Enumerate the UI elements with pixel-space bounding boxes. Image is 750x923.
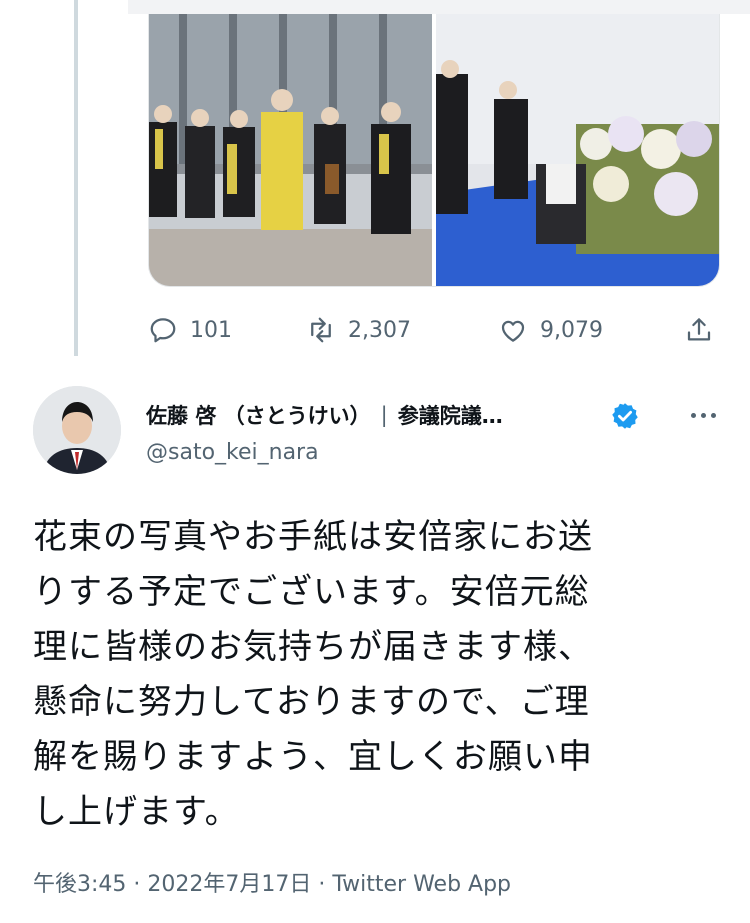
- like-icon: [501, 320, 525, 342]
- monks-photo-illustration: [149, 14, 432, 286]
- thread-connector-line: [74, 0, 78, 356]
- media-photo-monks[interactable]: [149, 14, 432, 286]
- previous-tweet-edge: [128, 0, 750, 14]
- more-dot: [690, 412, 696, 418]
- tweet-text-line: 解を賜りますよう、宜しくお願い申: [33, 737, 593, 777]
- reply-button[interactable]: 101: [148, 308, 232, 352]
- tweet-timestamp[interactable]: 午後3:45 · 2022年7月17日 · Twitter Web App: [33, 866, 511, 898]
- more-options-icon[interactable]: [683, 400, 723, 430]
- avatar-portrait-illustration: [33, 386, 121, 474]
- tweet-text-line: し上げます。: [33, 792, 240, 832]
- flowers-photo-illustration: [436, 14, 719, 286]
- author-avatar[interactable]: [33, 386, 121, 474]
- retweet-button[interactable]: 2,307: [306, 308, 411, 352]
- author-handle[interactable]: @sato_kei_nara: [146, 440, 319, 465]
- author-name-row[interactable]: 佐藤 啓 （さとうけい） | 参議院議…: [146, 398, 503, 432]
- verified-badge-icon: [612, 403, 638, 429]
- tweet-text: 花束の写真やお手紙は安倍家にお送 りする予定でございます。安倍元総 理に皆様のお…: [33, 510, 713, 840]
- tweet-text-line: 懸命に努力しておりますので、ご理: [33, 682, 590, 722]
- author-title: 参議院議…: [397, 404, 503, 428]
- share-button[interactable]: [684, 308, 714, 352]
- tweet-text-line: 理に皆様のお気持ちが届きます様、: [33, 627, 593, 667]
- tweet-text-line: 花束の写真やお手紙は安倍家にお送: [33, 517, 593, 557]
- reply-icon: [150, 318, 176, 343]
- share-icon: [687, 318, 711, 341]
- author-name: 佐藤 啓 （さとうけい）: [146, 404, 371, 428]
- media-photo-flowers[interactable]: [436, 14, 719, 286]
- like-button[interactable]: 9,079: [498, 308, 603, 352]
- retweet-icon: [311, 317, 331, 343]
- name-separator: |: [380, 403, 388, 427]
- tweet-media-grid[interactable]: [148, 14, 720, 287]
- retweet-count: 2,307: [348, 317, 411, 343]
- like-count: 9,079: [540, 317, 603, 343]
- tweet-action-bar: 101 2,307 9,079: [148, 308, 718, 352]
- tweet-text-line: りする予定でございます。安倍元総: [33, 572, 590, 612]
- reply-count: 101: [190, 317, 232, 343]
- more-dot: [700, 412, 706, 418]
- more-dot: [710, 412, 716, 418]
